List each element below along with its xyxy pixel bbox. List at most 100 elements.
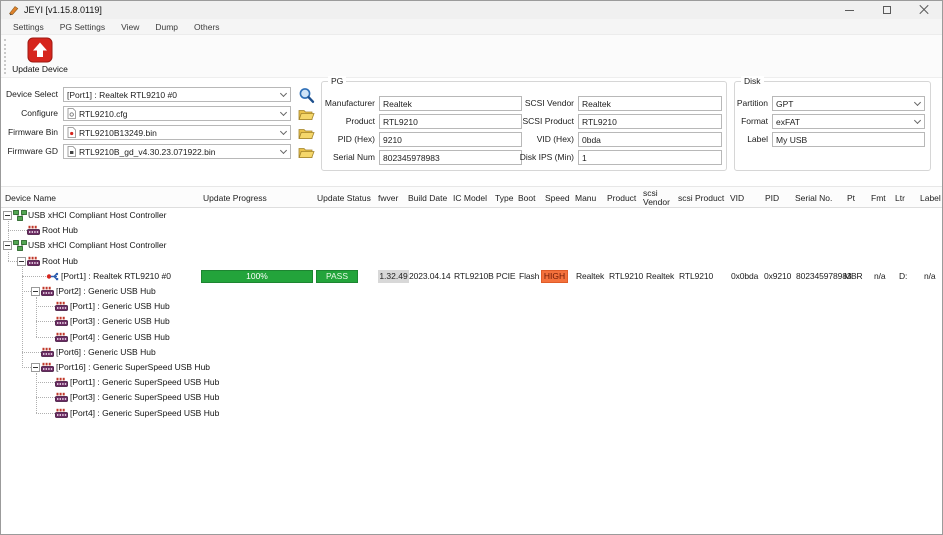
chevron-down-icon <box>280 147 287 154</box>
tree-connector <box>22 352 42 353</box>
firmware-gd-combo[interactable]: RTL9210B_gd_v4.30.23.071922.bin <box>63 144 291 159</box>
tree-row[interactable]: [Port2] : Generic USB Hub <box>1 284 943 299</box>
disk-ips-field[interactable] <box>578 150 722 165</box>
device-select-value: [Port1] : Realtek RTL9210 #0 <box>67 90 279 100</box>
tree-connector <box>36 306 56 307</box>
column-header-boot[interactable]: Boot <box>518 187 543 209</box>
tree-row[interactable]: [Port1] : Generic SuperSpeed USB Hub <box>1 375 943 390</box>
tree-expander[interactable] <box>3 211 12 220</box>
tree-item-label: [Port4] : Generic SuperSpeed USB Hub <box>70 406 219 421</box>
toolbar-grip[interactable] <box>4 39 6 74</box>
update-progress-bar: 100% <box>201 270 313 283</box>
hub-icon <box>55 408 69 419</box>
tree-connector <box>8 252 9 262</box>
pid-field[interactable] <box>379 132 522 147</box>
column-header-speed[interactable]: Speed <box>545 187 574 209</box>
hub-icon <box>55 332 69 343</box>
menu-view[interactable]: View <box>113 22 147 32</box>
firmware-bin-combo[interactable]: RTL9210B13249.bin <box>63 125 291 140</box>
tree-row[interactable]: USB xHCI Compliant Host Controller <box>1 208 943 223</box>
tree-item-label: [Port3] : Generic USB Hub <box>70 314 170 329</box>
menu-pg-settings[interactable]: PG Settings <box>52 22 113 32</box>
tree-row[interactable]: Root Hub <box>1 223 943 238</box>
host-controller-icon <box>13 210 27 221</box>
configure-value: RTL9210.cfg <box>79 109 279 119</box>
column-header-ic-model[interactable]: IC Model <box>453 187 493 209</box>
tree-row[interactable]: [Port16] : Generic SuperSpeed USB Hub <box>1 360 943 375</box>
search-device-button[interactable] <box>297 86 315 104</box>
tree-expander[interactable] <box>31 363 40 372</box>
tree-row[interactable]: [Port1] : Generic USB Hub <box>1 299 943 314</box>
device-select-row: Device Select [Port1] : Realtek RTL9210 … <box>1 87 331 102</box>
menu-others[interactable]: Others <box>186 22 228 32</box>
column-header-pt[interactable]: Pt <box>847 187 870 209</box>
column-header-serial-no-[interactable]: Serial No. <box>795 187 846 209</box>
vid-field[interactable] <box>578 132 722 147</box>
column-header-product[interactable]: Product <box>607 187 642 209</box>
menu-settings[interactable]: Settings <box>5 22 52 32</box>
browse-firmware-bin-button[interactable] <box>297 124 315 142</box>
boot-cell: Flash <box>519 269 539 284</box>
tree-expander[interactable] <box>3 241 12 250</box>
minimize-button[interactable] <box>831 1 868 19</box>
browse-configure-button[interactable] <box>297 105 315 123</box>
hub-icon <box>41 347 55 358</box>
column-header-type[interactable]: Type <box>495 187 517 209</box>
column-header-manu[interactable]: Manu <box>575 187 606 209</box>
column-header-build-date[interactable]: Build Date <box>408 187 452 209</box>
update-device-button[interactable]: Update Device <box>9 37 71 77</box>
column-header-update-progress[interactable]: Update Progress <box>203 187 313 209</box>
column-header-fmt[interactable]: Fmt <box>871 187 895 209</box>
tree-row[interactable]: Root Hub <box>1 254 943 269</box>
tree-item-label: [Port16] : Generic SuperSpeed USB Hub <box>56 360 210 375</box>
maximize-button[interactable] <box>868 1 905 19</box>
tree-row[interactable]: [Port4] : Generic SuperSpeed USB Hub <box>1 406 943 421</box>
maximize-icon <box>883 6 891 14</box>
column-header-device-name[interactable]: Device Name <box>5 187 195 209</box>
format-combo[interactable]: exFAT <box>772 114 925 129</box>
tree-row[interactable]: [Port3] : Generic USB Hub <box>1 314 943 329</box>
column-header-pid[interactable]: PID <box>765 187 794 209</box>
manufacturer-field[interactable] <box>379 96 522 111</box>
product-label: Product <box>322 114 375 129</box>
hub-icon <box>55 301 69 312</box>
product-field[interactable] <box>379 114 522 129</box>
hub-icon <box>55 392 69 403</box>
column-header-scsi-product[interactable]: scsi Product <box>678 187 728 209</box>
browse-firmware-gd-button[interactable] <box>297 143 315 161</box>
pid-cell: 0x9210 <box>764 269 791 284</box>
column-header-vid[interactable]: VID <box>730 187 763 209</box>
close-button[interactable] <box>905 1 942 19</box>
scsi-product-label: SCSI Product <box>509 114 574 129</box>
minimize-icon <box>845 10 854 11</box>
column-header-ltr[interactable]: Ltr <box>895 187 918 209</box>
vid-label: VID (Hex) <box>509 132 574 147</box>
tree-expander[interactable] <box>31 287 40 296</box>
column-header-update-status[interactable]: Update Status <box>317 187 375 209</box>
column-header-fwver[interactable]: fwver <box>378 187 407 209</box>
partition-value: GPT <box>776 99 913 109</box>
tree-row[interactable]: [Port6] : Generic USB Hub <box>1 345 943 360</box>
serial-num-field[interactable] <box>379 150 522 165</box>
tree-row[interactable]: [Port4] : Generic USB Hub <box>1 330 943 345</box>
tree-item-label: [Port1] : Generic USB Hub <box>70 299 170 314</box>
title-bar: JEYI [v1.15.8.0119] <box>1 1 942 19</box>
scsi-product-field[interactable] <box>578 114 722 129</box>
tree-row[interactable]: USB xHCI Compliant Host Controller <box>1 238 943 253</box>
device-select-combo[interactable]: [Port1] : Realtek RTL9210 #0 <box>63 87 291 102</box>
column-header-scsi-vendor[interactable]: scsi Vendor <box>643 187 676 209</box>
tree-row[interactable]: [Port1] : Realtek RTL9210 #0100%PASS1.32… <box>1 269 943 284</box>
menu-dump[interactable]: Dump <box>147 22 186 32</box>
scsi-vendor-field[interactable] <box>578 96 722 111</box>
toolbar: Update Device <box>1 35 942 78</box>
column-header-label[interactable]: Label <box>920 187 943 209</box>
chevron-down-icon <box>914 117 921 124</box>
configure-label: Configure <box>1 106 58 121</box>
pg-group: PG Manufacturer SCSI Vendor Product SCSI… <box>321 81 727 171</box>
tree-row[interactable]: [Port3] : Generic SuperSpeed USB Hub <box>1 390 943 405</box>
volume-label-field[interactable] <box>772 132 925 147</box>
partition-combo[interactable]: GPT <box>772 96 925 111</box>
tree-expander[interactable] <box>17 257 26 266</box>
firmware-bin-row: Firmware Bin RTL9210B13249.bin <box>1 125 331 140</box>
configure-combo[interactable]: RTL9210.cfg <box>63 106 291 121</box>
